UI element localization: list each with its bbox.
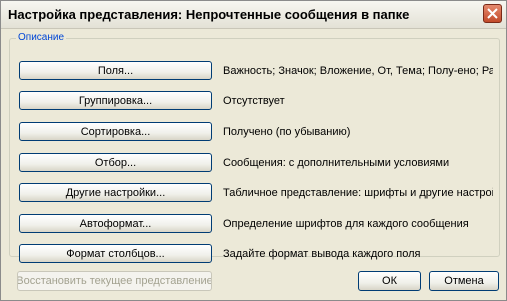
autoformat-description: Определение шрифтов для каждого сообщени… xyxy=(223,217,469,230)
row-fields: Поля... Важность; Значок; Вложение, От, … xyxy=(19,61,493,80)
autoformat-button[interactable]: Автоформат... xyxy=(19,214,212,233)
sorting-description: Получено (по убыванию) xyxy=(223,125,351,138)
filter-button[interactable]: Отбор... xyxy=(19,153,212,172)
description-group: Описание Поля... Важность; Значок; Вложе… xyxy=(9,32,500,263)
dialog-window: Настройка представления: Непрочтенные со… xyxy=(0,0,507,301)
restore-view-button[interactable]: Восстановить текущее представление xyxy=(17,271,212,291)
row-other-settings: Другие настройки... Табличное представле… xyxy=(19,183,493,202)
title-bar: Настройка представления: Непрочтенные со… xyxy=(1,1,506,29)
fields-button[interactable]: Поля... xyxy=(19,61,212,80)
ok-button[interactable]: ОК xyxy=(358,271,421,291)
dialog-title: Настройка представления: Непрочтенные со… xyxy=(8,7,410,22)
other-settings-description: Табличное представление: шрифты и другие… xyxy=(223,186,493,199)
row-autoformat: Автоформат... Определение шрифтов для ка… xyxy=(19,214,493,233)
other-settings-button[interactable]: Другие настройки... xyxy=(19,183,212,202)
row-column-format: Формат столбцов... Задайте формат вывода… xyxy=(19,244,493,263)
row-grouping: Группировка... Отсутствует xyxy=(19,91,493,110)
row-sorting: Сортировка... Получено (по убыванию) xyxy=(19,122,493,141)
close-button[interactable] xyxy=(483,4,502,23)
group-legend: Описание xyxy=(18,32,65,43)
close-icon xyxy=(487,8,498,19)
column-format-description: Задайте формат вывода каждого поля xyxy=(223,247,421,260)
grouping-button[interactable]: Группировка... xyxy=(19,91,212,110)
cancel-button[interactable]: Отмена xyxy=(429,271,499,291)
filter-description: Сообщения: с дополнительными условиями xyxy=(223,156,450,169)
fields-description: Важность; Значок; Вложение, От, Тема; По… xyxy=(223,64,493,77)
column-format-button[interactable]: Формат столбцов... xyxy=(19,244,212,263)
grouping-description: Отсутствует xyxy=(223,94,285,107)
row-filter: Отбор... Сообщения: с дополнительными ус… xyxy=(19,153,493,172)
sorting-button[interactable]: Сортировка... xyxy=(19,122,212,141)
